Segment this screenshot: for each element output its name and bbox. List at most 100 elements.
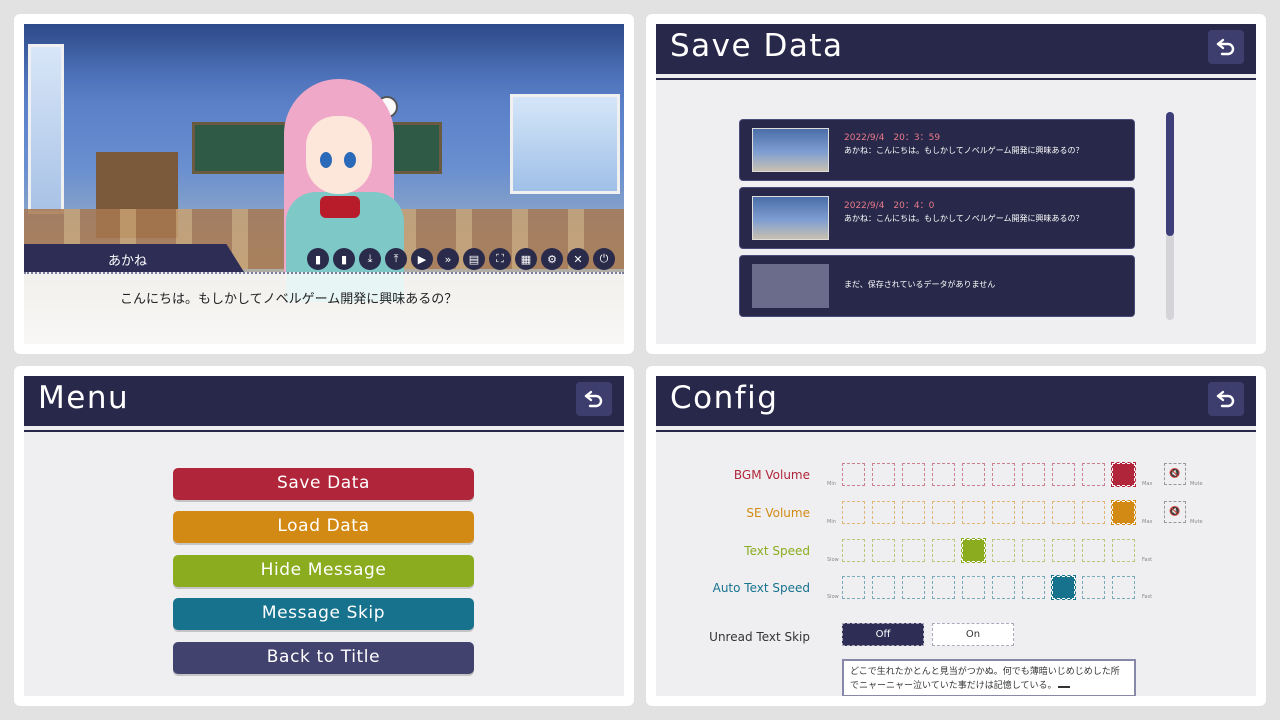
save-slot-2[interactable]: 2022/9/4 20：4：0 あかね：こんにちは。もしかしてノベルゲーム開発に…: [739, 187, 1135, 249]
config-level-cell[interactable]: [932, 501, 955, 524]
config-level-cell[interactable]: [1111, 462, 1136, 487]
config-level-cell[interactable]: [902, 463, 925, 486]
config-level-cell[interactable]: [962, 463, 985, 486]
config-level-cell[interactable]: [932, 576, 955, 599]
config-screen: Config BGM Volume Min Max 🔇 Mute SE Volume Min…: [656, 376, 1256, 696]
config-level-cell[interactable]: [1022, 576, 1045, 599]
config-level-cell[interactable]: [872, 576, 895, 599]
gear-icon[interactable]: ⚙: [541, 248, 563, 270]
power-icon[interactable]: ⏻: [593, 248, 615, 270]
config-level-cell[interactable]: [1051, 575, 1076, 600]
config-level-cell[interactable]: [1112, 576, 1135, 599]
close-icon[interactable]: ✕: [567, 248, 589, 270]
range-max-label: Max: [1142, 519, 1153, 525]
back-to-title-button[interactable]: Back to Title: [173, 642, 474, 674]
range-max-label: Fast: [1142, 557, 1153, 563]
config-level-cell[interactable]: [961, 538, 986, 563]
game-toolbar: ▮ ▮ ⤓ ⤒ ▶ » ▤ ⛶ ▦ ⚙ ✕ ⏻: [307, 248, 615, 270]
page-title: Config: [670, 380, 779, 416]
grid-icon[interactable]: ▦: [515, 248, 537, 270]
save-slot-3[interactable]: まだ、保存されているデータがありません: [739, 255, 1135, 317]
load-data-button[interactable]: Load Data: [173, 511, 474, 543]
ceiling: [24, 24, 624, 84]
unread-skip-off-button[interactable]: Off: [842, 623, 924, 646]
character-name: あかね: [108, 254, 148, 269]
unread-skip-label: Unread Text Skip: [709, 630, 810, 644]
back-button[interactable]: [1208, 382, 1244, 416]
config-level-cell[interactable]: [1112, 539, 1135, 562]
save-message: あかね：こんにちは。もしかしてノベルゲーム開発に興味あるの？: [844, 214, 1084, 223]
upload-icon[interactable]: ⤒: [385, 248, 407, 270]
range-min-label: Min: [827, 519, 836, 525]
config-level-cell[interactable]: [962, 576, 985, 599]
back-button[interactable]: [1208, 30, 1244, 64]
back-arrow-icon: [1216, 38, 1235, 56]
config-level-cell[interactable]: [902, 501, 925, 524]
bookmark-alt-icon[interactable]: ▮: [333, 248, 355, 270]
back-button[interactable]: [576, 382, 612, 416]
config-header: Config: [656, 376, 1256, 432]
bookmark-icon[interactable]: ▮: [307, 248, 329, 270]
unread-skip-on-button[interactable]: On: [932, 623, 1014, 646]
config-level-cell[interactable]: [872, 463, 895, 486]
game-screen-panel: あかね こんにちは。もしかしてノベルゲーム開発に興味あるの？ ▮ ▮ ⤓ ⤒ ▶…: [14, 14, 634, 354]
config-level-cell[interactable]: [1052, 539, 1075, 562]
config-level-cell[interactable]: [962, 501, 985, 524]
mute-label: Mute: [1190, 519, 1203, 525]
window-left: [28, 44, 64, 214]
config-level-cell[interactable]: [842, 539, 865, 562]
config-level-cell[interactable]: [992, 539, 1015, 562]
text-preview: どこで生れたかとんと見当がつかぬ。何でも薄暗いじめじめした所でニャーニャー泣いて…: [850, 667, 1120, 691]
config-label-0: BGM Volume: [733, 468, 810, 482]
config-level-cell[interactable]: [1022, 539, 1045, 562]
mute-toggle[interactable]: 🔇: [1164, 463, 1186, 485]
save-thumbnail: [752, 196, 829, 240]
config-level-cell[interactable]: [1082, 463, 1105, 486]
speaker-mute-icon: 🔇: [1169, 507, 1181, 517]
save-screen-panel: Save Data 2022/9/4 20：3：59 あかね：こんにちは。もしか…: [646, 14, 1266, 354]
config-level-cell[interactable]: [842, 501, 865, 524]
config-level-cell[interactable]: [1111, 500, 1136, 525]
message-window[interactable]: [24, 272, 624, 344]
config-level-cell[interactable]: [1052, 463, 1075, 486]
config-label-3: Auto Text Speed: [712, 581, 810, 595]
document-icon[interactable]: ▤: [463, 248, 485, 270]
text-cursor: [1058, 686, 1071, 688]
character-eye-left: [320, 152, 332, 168]
character-eye-right: [344, 152, 356, 168]
fullscreen-icon[interactable]: ⛶: [489, 248, 511, 270]
config-level-cell[interactable]: [902, 539, 925, 562]
hide-message-button[interactable]: Hide Message: [173, 555, 474, 587]
play-icon[interactable]: ▶: [411, 248, 433, 270]
save-slot-1[interactable]: 2022/9/4 20：3：59 あかね：こんにちは。もしかしてノベルゲーム開発…: [739, 119, 1135, 181]
character-ribbon: [320, 196, 360, 218]
download-icon[interactable]: ⤓: [359, 248, 381, 270]
config-level-cell[interactable]: [1022, 501, 1045, 524]
config-level-cell[interactable]: [872, 539, 895, 562]
game-screen: あかね こんにちは。もしかしてノベルゲーム開発に興味あるの？ ▮ ▮ ⤓ ⤒ ▶…: [24, 24, 624, 344]
config-level-cell[interactable]: [842, 576, 865, 599]
config-level-cell[interactable]: [1082, 576, 1105, 599]
mute-toggle[interactable]: 🔇: [1164, 501, 1186, 523]
config-level-cell[interactable]: [992, 576, 1015, 599]
config-level-cell[interactable]: [932, 463, 955, 486]
config-level-cell[interactable]: [1082, 539, 1105, 562]
range-min-label: Min: [827, 481, 836, 487]
config-label-1: SE Volume: [746, 506, 810, 520]
config-level-cell[interactable]: [1022, 463, 1045, 486]
fast-forward-icon[interactable]: »: [437, 248, 459, 270]
config-level-cell[interactable]: [872, 501, 895, 524]
config-level-cell[interactable]: [1082, 501, 1105, 524]
save-screen: Save Data 2022/9/4 20：3：59 あかね：こんにちは。もしか…: [656, 24, 1256, 344]
save-data-button[interactable]: Save Data: [173, 468, 474, 500]
config-level-cell[interactable]: [932, 539, 955, 562]
config-level-cell[interactable]: [992, 463, 1015, 486]
config-level-cell[interactable]: [992, 501, 1015, 524]
config-level-cell[interactable]: [902, 576, 925, 599]
message-skip-button[interactable]: Message Skip: [173, 598, 474, 630]
scrollbar-thumb[interactable]: [1166, 112, 1174, 236]
back-arrow-icon: [1216, 390, 1235, 408]
config-level-cell[interactable]: [1052, 501, 1075, 524]
menu-screen: Menu Save Data Load Data Hide Message Me…: [24, 376, 624, 696]
config-level-cell[interactable]: [842, 463, 865, 486]
